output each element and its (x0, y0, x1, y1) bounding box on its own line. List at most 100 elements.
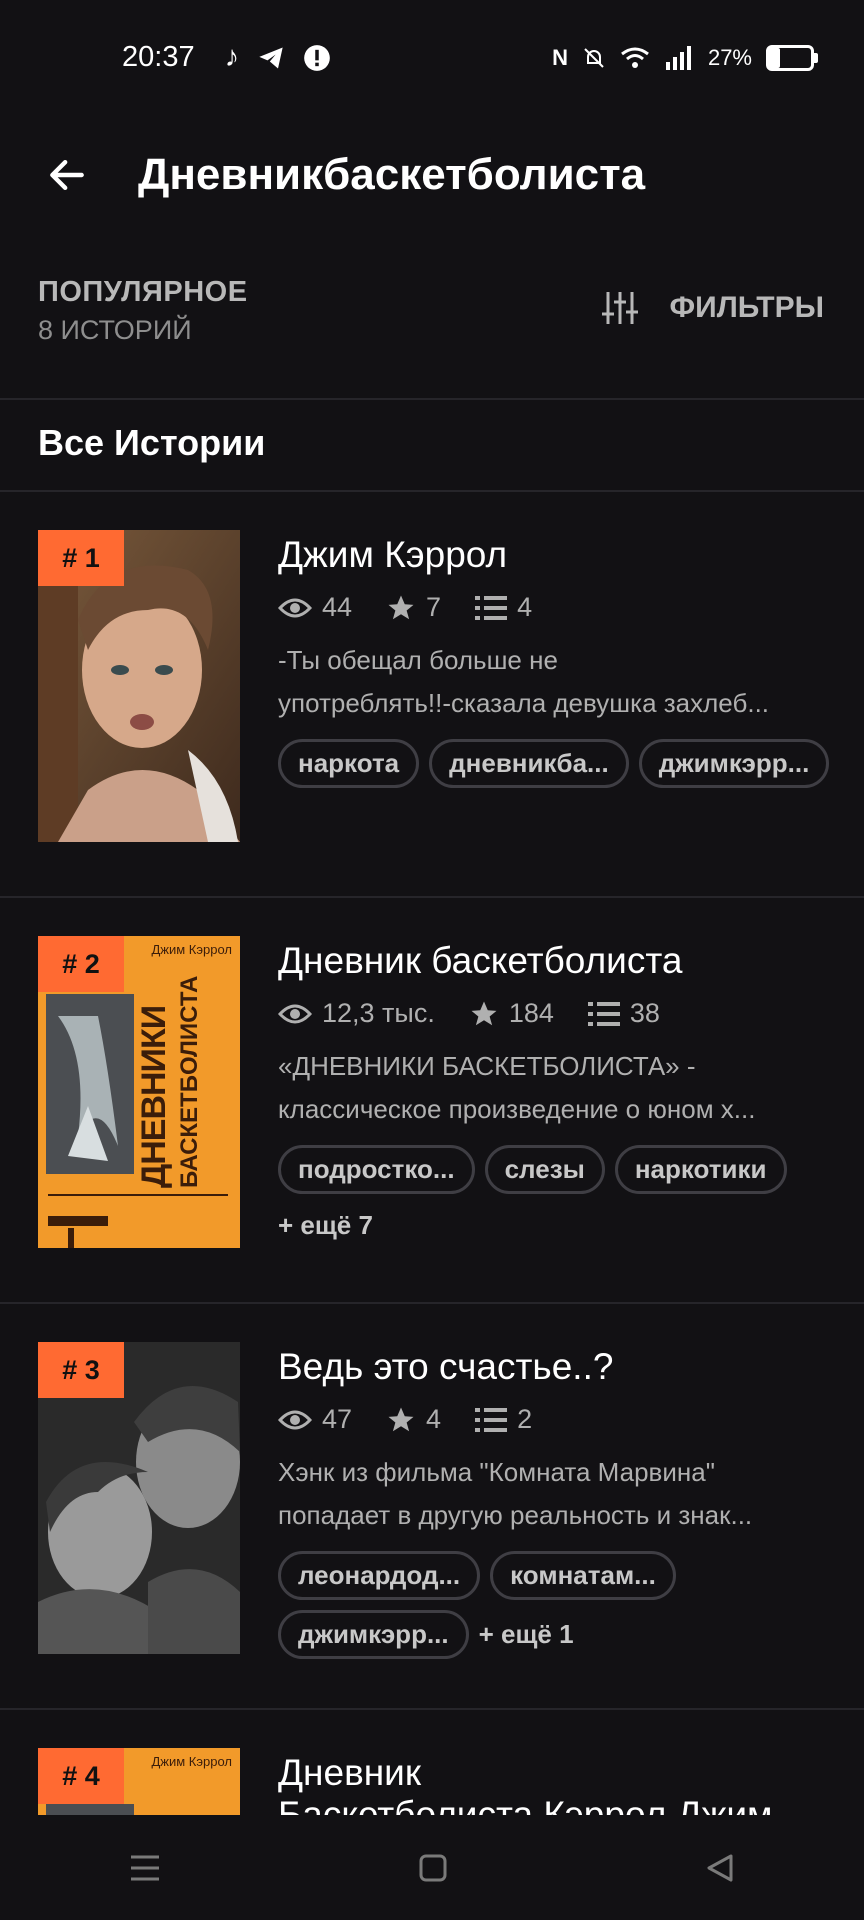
sliders-icon (601, 292, 638, 324)
more-tags-link[interactable]: + ещё 1 (479, 1613, 574, 1656)
story-stats: 44 7 4 (278, 592, 828, 623)
votes-count: 7 (426, 592, 442, 622)
parts-count: 38 (629, 998, 660, 1028)
views-count: 47 (322, 1404, 353, 1434)
story-description: «ДНЕВНИКИ БАСКЕТБОЛИСТА» - классическое … (278, 1045, 828, 1131)
tag-chip[interactable]: комнатам... (490, 1551, 676, 1600)
cover-image-strip (46, 1804, 134, 1815)
rank-badge: # 2 (38, 936, 124, 992)
story-title[interactable]: Дневник баскетболиста (278, 940, 828, 982)
description-line: классическое произведение о юном х... (278, 1094, 756, 1124)
views-stat: 44 (278, 592, 352, 623)
story-info: Дневник Баскетболиста Кэррол Джим (278, 1752, 828, 1815)
story-description: -Ты обещал больше не употреблять!!-сказа… (278, 639, 828, 725)
description-line: Хэнк из фильма "Комната Марвина" (278, 1457, 715, 1487)
parts-stat: 38 (587, 998, 660, 1029)
cover-author: Джим Кэррол (151, 1754, 232, 1769)
parts-stat: 2 (475, 1404, 532, 1435)
story-title[interactable]: Дневник (278, 1752, 828, 1794)
section-title: Все Истории (38, 422, 266, 463)
signal-icon (665, 45, 691, 70)
story-info: Дневник баскетболиста 12,3 тыс. 184 38 «… (278, 940, 828, 1247)
wifi-icon (621, 47, 649, 68)
views-count: 12,3 тыс. (322, 998, 435, 1028)
parts-count: 4 (517, 592, 533, 622)
battery-icon (766, 44, 818, 71)
story-cover[interactable]: # 3 (38, 1342, 240, 1654)
battery-level (769, 47, 781, 68)
story-stats: 47 4 2 (278, 1404, 828, 1435)
tag-chip[interactable]: наркота (278, 739, 420, 788)
story-item[interactable]: # 3 Ведь это счастье..? 47 4 2 Хэнк из ф… (0, 1304, 864, 1709)
votes-stat: 184 (469, 998, 554, 1029)
tag-chip[interactable]: слезы (484, 1145, 605, 1194)
story-info: Джим Кэррол 44 7 4 -Ты обещал больше не … (278, 534, 830, 788)
tag-list: наркота дневникба... джимкэрр... (278, 739, 838, 788)
list-icon (587, 1001, 620, 1026)
telegram-icon (259, 47, 283, 68)
sort-label: ПОПУЛЯРНОЕ (38, 276, 248, 308)
filters-label: ФИЛЬТРЫ (669, 291, 824, 324)
story-title[interactable]: Джим Кэррол (278, 534, 828, 576)
story-info: Ведь это счастье..? 47 4 2 Хэнк из фильм… (278, 1346, 828, 1659)
page-title: Дневникбаскетболиста (138, 150, 646, 199)
home-icon[interactable] (418, 1853, 448, 1883)
parts-count: 2 (517, 1404, 533, 1434)
tag-chip[interactable]: подростко... (278, 1145, 475, 1194)
story-cover[interactable]: # 1 (38, 530, 240, 842)
alert-icon (304, 44, 330, 71)
story-title-line2: Баскетболиста Кэррол Джим (278, 1794, 773, 1815)
story-item[interactable]: # 2 Джим Кэррол ДНЕВНИКИ БАСКЕТБОЛИСТА Д… (0, 898, 864, 1303)
rank-badge: # 3 (38, 1342, 124, 1398)
story-stats: 12,3 тыс. 184 38 (278, 998, 828, 1029)
tag-chip[interactable]: наркотики (614, 1145, 787, 1194)
description-line: употреблять!!-сказала девушка захлеб... (278, 688, 770, 718)
story-title[interactable]: Ведь это счастье..? (278, 1346, 828, 1388)
story-item[interactable]: # 1 Джим Кэррол 44 7 4 -Ты обещал больше… (0, 492, 864, 897)
story-cover[interactable]: # 2 Джим Кэррол ДНЕВНИКИ БАСКЕТБОЛИСТА (38, 936, 240, 1248)
back-triangle-icon[interactable] (705, 1853, 735, 1883)
eye-icon (278, 1410, 312, 1429)
votes-count: 4 (426, 1404, 442, 1434)
story-description: Хэнк из фильма "Комната Марвина" попадае… (278, 1451, 828, 1537)
system-nav-bar (0, 1815, 864, 1920)
back-button[interactable] (32, 140, 102, 210)
cover-title: ДНЕВНИКИ (135, 1005, 173, 1188)
star-icon (388, 595, 414, 619)
views-stat: 12,3 тыс. (278, 998, 435, 1029)
tag-chip[interactable]: джимкэрр... (278, 1610, 469, 1659)
list-icon (475, 1407, 508, 1432)
views-count: 44 (322, 592, 353, 622)
eye-icon (278, 598, 312, 617)
bell-muted-icon (584, 47, 604, 68)
parts-stat: 4 (475, 592, 532, 623)
star-icon (388, 1407, 414, 1431)
tag-list: леонардод... комнатам... джимкэрр... + е… (278, 1551, 838, 1659)
music-note-icon: ♪ (224, 41, 240, 73)
tag-chip[interactable]: джимкэрр... (638, 739, 830, 788)
star-icon (471, 1001, 497, 1025)
votes-count: 184 (508, 998, 554, 1028)
more-tags-link[interactable]: + ещё 7 (278, 1204, 373, 1247)
story-count: 8 ИСТОРИЙ (38, 315, 192, 345)
divider (0, 398, 864, 400)
rank-badge: # 4 (38, 1748, 124, 1804)
tag-chip[interactable]: дневникба... (429, 739, 629, 788)
story-item[interactable]: # 4 Джим Кэррол Дневник Баскетболиста Кэ… (0, 1710, 864, 1815)
votes-stat: 4 (386, 1404, 441, 1435)
description-line: попадает в другую реальность и знак... (278, 1500, 753, 1530)
tag-chip[interactable]: леонардод... (278, 1551, 481, 1600)
status-bar: 20:37 ♪ N 27% (0, 0, 864, 115)
filters-button[interactable]: ФИЛЬТРЫ (600, 290, 824, 326)
eye-icon (278, 1004, 312, 1023)
menu-icon[interactable] (129, 1853, 161, 1883)
rank-badge: # 1 (38, 530, 124, 586)
sort-selector[interactable]: ПОПУЛЯРНОЕ 8 ИСТОРИЙ (38, 276, 248, 346)
arrow-left-icon (50, 159, 84, 191)
list-icon (475, 595, 508, 620)
cover-title: БАСКЕТБОЛИСТА (176, 975, 203, 1188)
story-cover[interactable]: # 4 Джим Кэррол (38, 1748, 240, 1815)
nfc-icon: N (552, 44, 568, 70)
status-time: 20:37 (122, 41, 195, 73)
tag-list: подростко... слезы наркотики + ещё 7 (278, 1145, 838, 1247)
